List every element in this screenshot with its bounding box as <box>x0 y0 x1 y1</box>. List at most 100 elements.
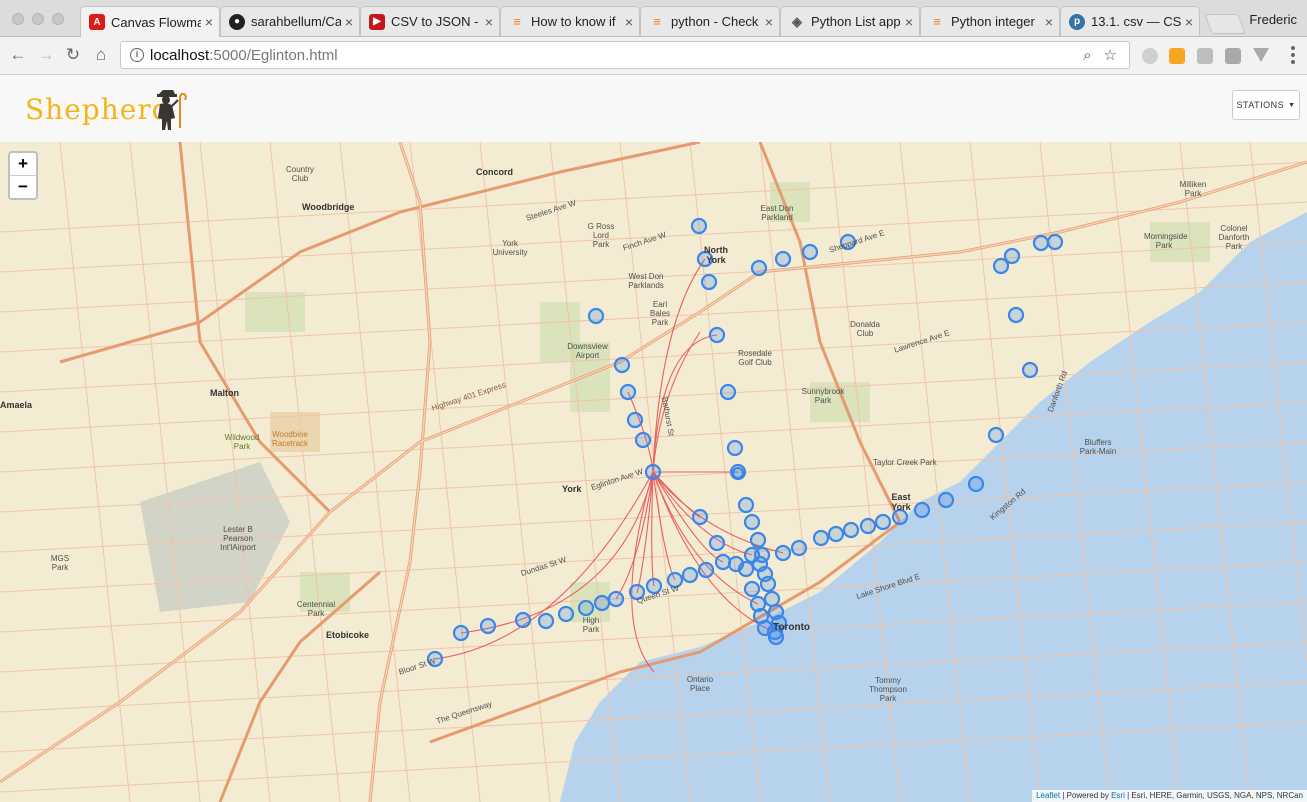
vue-extension-icon[interactable] <box>1253 48 1269 62</box>
station-marker <box>644 463 662 481</box>
station-marker <box>842 521 860 539</box>
station-marker <box>937 491 955 509</box>
tab-github[interactable]: ● sarahbellum/Ca × <box>220 6 360 36</box>
station-marker <box>557 605 575 623</box>
station-marker <box>634 431 652 449</box>
window-minimize-button[interactable] <box>32 13 44 25</box>
tab-python-integer[interactable]: ≡ Python integer × <box>920 6 1060 36</box>
station-marker <box>774 250 792 268</box>
close-icon[interactable]: × <box>905 14 913 30</box>
tab-title: Canvas Flowma <box>111 14 201 30</box>
map-container[interactable]: Concord Woodbridge Malton York East York… <box>0 142 1307 802</box>
bookmark-star-icon[interactable]: ☆ <box>1104 46 1117 64</box>
map-label-tommy-thompson: Tommy Thompson Park <box>869 676 907 703</box>
map-label-etobicoke: Etobicoke <box>326 630 370 640</box>
close-icon[interactable]: × <box>485 14 493 30</box>
stackoverflow-icon: ≡ <box>653 14 661 29</box>
reload-icon[interactable]: ↻ <box>63 45 83 65</box>
esri-link[interactable]: Esri <box>1111 791 1125 800</box>
map-label-ontario-place: Ontario Place <box>686 675 714 693</box>
station-marker <box>479 617 497 635</box>
tab-title: How to know if <box>531 14 616 29</box>
camera-extension-icon[interactable] <box>1197 48 1213 64</box>
brand-logo-text[interactable]: Shepherd <box>25 93 171 126</box>
station-marker <box>749 531 767 549</box>
map-attribution: Leaflet | Powered by Esri | Esri, HERE, … <box>1032 790 1307 802</box>
close-icon[interactable]: × <box>765 14 773 30</box>
station-marker <box>681 566 699 584</box>
close-icon[interactable]: × <box>1045 14 1053 30</box>
url-text[interactable]: localhost:5000/Eglinton.html <box>150 47 1083 64</box>
lake-ontario <box>560 212 1307 802</box>
station-marker <box>812 529 830 547</box>
close-icon[interactable]: × <box>205 14 213 30</box>
map-label-malton: Malton <box>210 388 239 398</box>
back-icon[interactable]: ← <box>8 45 28 65</box>
forward-icon[interactable]: → <box>36 45 56 65</box>
map-label-country-club: Country Club <box>285 165 314 183</box>
map-label-concord: Concord <box>476 167 513 177</box>
map-label-high-park: High Park <box>582 616 600 634</box>
window-close-button[interactable] <box>12 13 24 25</box>
station-marker <box>827 525 845 543</box>
tab-python-list[interactable]: ◈ Python List app × <box>780 6 920 36</box>
station-marker <box>607 590 625 608</box>
home-icon[interactable]: ⌂ <box>91 45 111 65</box>
tab-python-check[interactable]: ≡ python - Check × <box>640 6 780 36</box>
close-icon[interactable]: × <box>1185 14 1193 30</box>
close-icon[interactable]: × <box>625 14 633 30</box>
station-marker <box>731 466 745 480</box>
html5-extension-icon[interactable] <box>1169 48 1185 64</box>
station-marker <box>790 539 808 557</box>
new-tab-button[interactable] <box>1204 14 1246 34</box>
close-icon[interactable]: × <box>345 14 353 30</box>
profile-name[interactable]: Frederic <box>1249 12 1297 27</box>
github-icon: ● <box>229 13 245 30</box>
zoom-control: + − <box>8 151 38 200</box>
map-label-earl-bales: Earl Bales Park <box>650 300 671 327</box>
browser-menu-icon[interactable] <box>1291 46 1295 64</box>
station-marker <box>763 590 781 608</box>
angular-icon: A <box>89 14 105 30</box>
station-marker <box>967 475 985 493</box>
station-marker <box>700 273 718 291</box>
python-list-icon: ◈ <box>792 13 802 29</box>
station-marker <box>913 501 931 519</box>
map-label-woodbridge: Woodbridge <box>302 202 355 212</box>
map-label-amaela: Amaela <box>0 400 33 410</box>
info-icon[interactable]: i <box>130 48 144 62</box>
tab-title: CSV to JSON - <box>391 14 479 29</box>
tab-how-to-know[interactable]: ≡ How to know if × <box>500 6 640 36</box>
stations-dropdown-button[interactable]: STATIONS ▼ <box>1232 90 1300 120</box>
map-label-rosedale: Rosedale Golf Club <box>738 349 772 367</box>
cloud-extension-icon[interactable] <box>1142 48 1158 64</box>
zoom-out-button[interactable]: − <box>10 175 36 198</box>
map-label-milliken: Milliken Park <box>1179 180 1207 198</box>
map-label-toronto: Toronto <box>773 622 811 633</box>
map-label-west-don: West Don Parklands <box>628 272 664 290</box>
address-bar[interactable]: i localhost:5000/Eglinton.html ⌕ ☆ <box>120 41 1130 69</box>
app-navbar: Shepherd STATIONS ▼ <box>0 75 1307 143</box>
station-marker <box>801 243 819 261</box>
window-maximize-button[interactable] <box>52 13 64 25</box>
tab-python-csv-docs[interactable]: p 13.1. csv — CSV × <box>1060 6 1200 36</box>
lightbulb-extension-icon[interactable] <box>1225 48 1241 64</box>
tab-title: sarahbellum/Ca <box>251 14 341 29</box>
map-label-east-york: East York <box>891 492 911 512</box>
tab-title: 13.1. csv — CSV <box>1091 14 1181 29</box>
leaflet-link[interactable]: Leaflet <box>1036 791 1060 800</box>
search-icon[interactable]: ⌕ <box>1083 47 1091 64</box>
map-label-mgs-park: MGS Park <box>50 554 70 572</box>
browser-toolbar: ← → ↻ ⌂ i localhost:5000/Eglinton.html ⌕… <box>0 37 1307 75</box>
station-marker <box>691 508 709 526</box>
python-icon: p <box>1069 13 1085 30</box>
tab-canvas-flowmap[interactable]: A Canvas Flowma × <box>80 6 220 37</box>
zoom-in-button[interactable]: + <box>10 153 36 175</box>
station-marker <box>593 594 611 612</box>
shepherd-icon <box>157 90 187 130</box>
station-marker <box>726 439 744 457</box>
map-label-bluffers: Bluffers Park-Main <box>1079 438 1117 456</box>
tab-csv-to-json[interactable]: ▶ CSV to JSON - × <box>360 6 500 36</box>
station-marker <box>1003 247 1021 265</box>
station-marker <box>626 411 644 429</box>
